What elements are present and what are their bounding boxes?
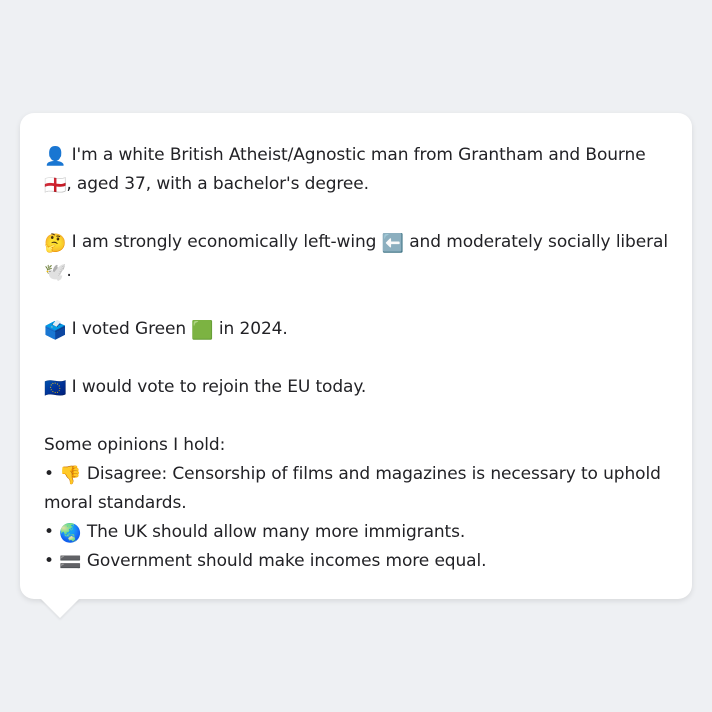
ideology-text-middle: and moderately socially liberal bbox=[403, 232, 668, 252]
thumbs-down-icon: 👎 bbox=[59, 465, 82, 486]
vote-text-start: I voted Green bbox=[66, 319, 192, 339]
opinion-item: • 🌏 The UK should allow many more immigr… bbox=[44, 518, 668, 547]
ideology-paragraph: 🤔 I am strongly economically left-wing ⬅… bbox=[44, 228, 668, 286]
equals-sign-icon: 🟰 bbox=[59, 552, 82, 573]
bullet: • bbox=[44, 522, 60, 542]
vote-paragraph: 🗳️ I voted Green 🟩 in 2024. bbox=[44, 315, 668, 344]
england-flag-icon: 🏴󠁧󠁢󠁥󠁮󠁧󠁿 bbox=[44, 175, 67, 196]
profile-bubble: 👤 I'm a white British Atheist/Agnostic m… bbox=[20, 113, 692, 599]
intro-paragraph: 👤 I'm a white British Atheist/Agnostic m… bbox=[44, 141, 668, 199]
intro-text-end: , aged 37, with a bachelor's degree. bbox=[66, 174, 369, 194]
opinions-section: Some opinions I hold: • 👎 Disagree: Cens… bbox=[44, 431, 668, 576]
person-silhouette-icon: 👤 bbox=[44, 146, 67, 167]
opinion-text: The UK should allow many more immigrants… bbox=[81, 522, 466, 542]
dove-icon: 🕊️ bbox=[44, 262, 67, 283]
opinions-heading: Some opinions I hold: bbox=[44, 435, 226, 455]
bullet: • bbox=[44, 464, 60, 484]
bullet: • bbox=[44, 551, 60, 571]
left-arrow-icon: ⬅️ bbox=[381, 233, 404, 254]
opinion-text: Government should make incomes more equa… bbox=[81, 551, 487, 571]
eu-flag-icon: 🇪🇺 bbox=[44, 378, 67, 399]
opinion-item: • 👎 Disagree: Censorship of films and ma… bbox=[44, 460, 668, 518]
bubble-tail bbox=[40, 598, 80, 618]
opinion-text: Disagree: Censorship of films and magazi… bbox=[44, 464, 661, 513]
intro-text-start: I'm a white British Atheist/Agnostic man… bbox=[66, 145, 646, 165]
green-square-icon: 🟩 bbox=[191, 320, 214, 341]
vote-text-end: in 2024. bbox=[213, 319, 288, 339]
ideology-text-end: . bbox=[66, 261, 72, 281]
ideology-text-start: I am strongly economically left-wing bbox=[66, 232, 382, 252]
globe-icon: 🌏 bbox=[59, 523, 82, 544]
ballot-box-icon: 🗳️ bbox=[44, 320, 67, 341]
eu-paragraph: 🇪🇺 I would vote to rejoin the EU today. bbox=[44, 373, 668, 402]
thinking-face-icon: 🤔 bbox=[44, 233, 67, 254]
eu-text: I would vote to rejoin the EU today. bbox=[66, 377, 367, 397]
opinion-item: • 🟰 Government should make incomes more … bbox=[44, 547, 668, 576]
